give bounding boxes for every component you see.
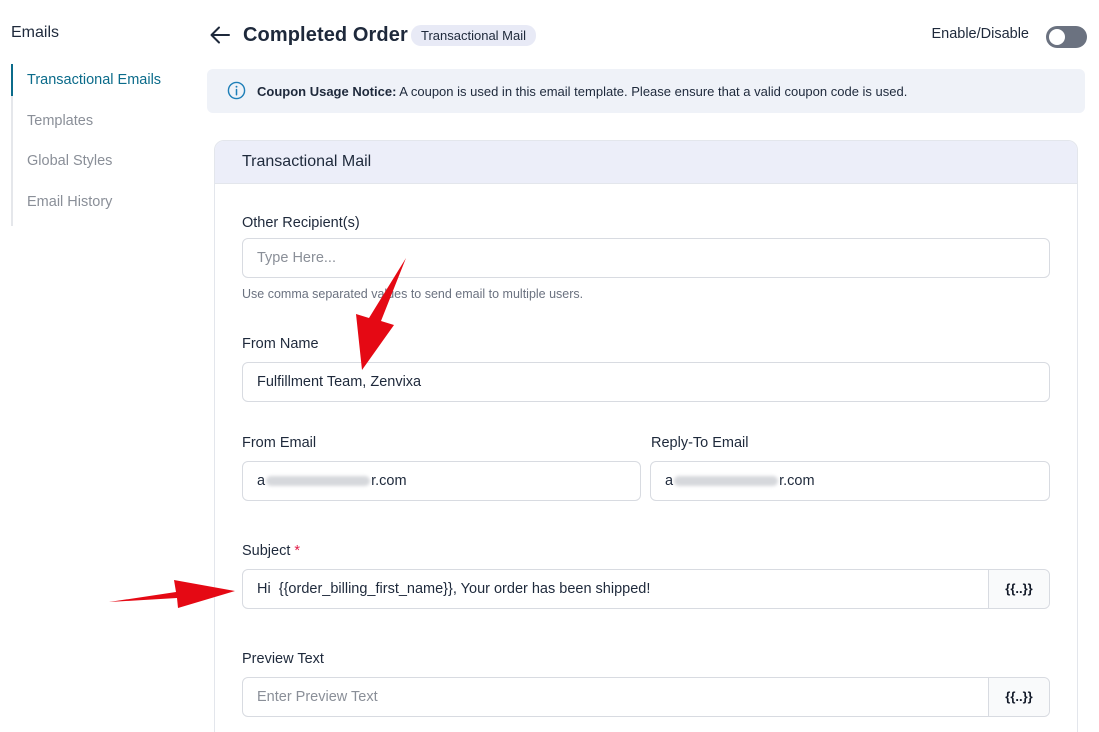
coupon-notice: Coupon Usage Notice: A coupon is used in… — [207, 69, 1085, 113]
subject-label: Subject * — [242, 543, 300, 559]
template-type-badge: Transactional Mail — [411, 25, 537, 46]
page-title: Completed Order — [243, 24, 408, 46]
preview-text-field: {{..}} — [242, 677, 1050, 717]
other-recipients-input[interactable] — [243, 239, 1049, 277]
reply-to-value: a r.com — [665, 473, 815, 489]
notice-message: A coupon is used in this email template.… — [396, 84, 908, 99]
sidebar-title: Emails — [11, 24, 60, 41]
reply-to-input[interactable]: a r.com — [650, 461, 1050, 501]
preview-text-label: Preview Text — [242, 651, 324, 667]
page-header: Completed Order Transactional Mail Enabl… — [207, 18, 1087, 54]
redacted-text — [674, 476, 779, 487]
other-recipients-help: Use comma separated values to send email… — [242, 287, 584, 301]
sidebar-nav: Transactional Emails Templates Global St… — [10, 64, 161, 227]
from-name-field — [242, 362, 1050, 402]
sidebar-item-global-styles[interactable]: Global Styles — [13, 145, 161, 186]
from-email-suffix: r.com — [371, 473, 407, 489]
card-title: Transactional Mail — [242, 153, 372, 170]
preview-text-input[interactable] — [243, 678, 989, 716]
enable-disable-label: Enable/Disable — [931, 26, 1029, 42]
enable-toggle[interactable] — [1046, 26, 1087, 48]
subject-merge-tag-button[interactable]: {{..}} — [988, 570, 1049, 608]
subject-input[interactable] — [243, 570, 989, 608]
subject-field: {{..}} — [242, 569, 1050, 609]
sidebar-item-email-history[interactable]: Email History — [13, 186, 161, 227]
transactional-mail-card: Transactional Mail Other Recipient(s) Us… — [214, 140, 1078, 732]
from-email-input[interactable]: a r.com — [242, 461, 641, 501]
sidebar-item-templates[interactable]: Templates — [13, 105, 161, 146]
sidebar: Emails Transactional Emails Templates Gl… — [0, 0, 200, 732]
from-email-prefix: a — [257, 473, 266, 489]
subject-label-text: Subject — [242, 543, 291, 559]
reply-to-prefix: a — [665, 473, 674, 489]
redacted-text — [266, 476, 371, 487]
notice-text: Coupon Usage Notice: A coupon is used in… — [257, 84, 907, 99]
sidebar-item-transactional-emails[interactable]: Transactional Emails — [10, 64, 161, 105]
from-name-input[interactable] — [243, 363, 1049, 401]
reply-to-suffix: r.com — [779, 473, 815, 489]
toggle-knob — [1049, 29, 1065, 45]
from-name-label: From Name — [242, 336, 319, 352]
card-header: Transactional Mail — [215, 141, 1077, 184]
from-email-value: a r.com — [257, 473, 407, 489]
preview-merge-tag-button[interactable]: {{..}} — [988, 678, 1049, 716]
from-email-label: From Email — [242, 435, 317, 451]
info-icon — [227, 81, 246, 100]
other-recipients-field — [242, 238, 1050, 278]
notice-bold: Coupon Usage Notice: — [257, 84, 397, 99]
reply-to-label: Reply-To Email — [651, 435, 749, 451]
required-mark: * — [294, 543, 301, 559]
back-arrow-icon[interactable] — [207, 22, 233, 48]
other-recipients-label: Other Recipient(s) — [242, 215, 360, 231]
